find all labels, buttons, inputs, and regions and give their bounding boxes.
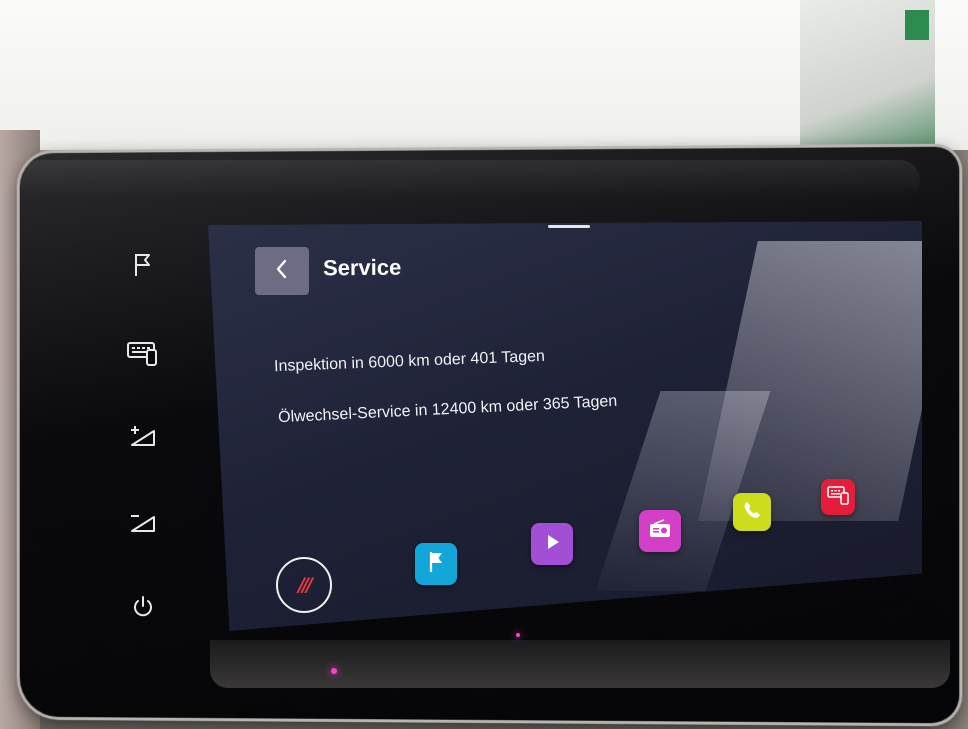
radio-app-button[interactable] [639, 510, 681, 552]
navigation-shortcut-button[interactable] [120, 245, 166, 285]
bezel-highlight [20, 160, 920, 200]
flag-icon [426, 550, 446, 578]
flag-icon [132, 252, 154, 278]
chevron-left-icon [275, 259, 289, 283]
ambient-light [516, 633, 520, 637]
navigation-app-button[interactable] [415, 543, 457, 585]
ambient-light [331, 668, 337, 674]
play-icon [542, 532, 562, 556]
volume-up-button[interactable] [120, 417, 166, 457]
volume-down-icon [128, 511, 158, 535]
page-indicator [548, 225, 590, 228]
home-button[interactable]: /// [276, 557, 332, 613]
media-app-button[interactable] [531, 523, 573, 565]
display-mode-icon [126, 339, 160, 367]
radio-icon [648, 519, 672, 543]
page-title: Service [322, 254, 402, 281]
photo-scene: Service Inspektion in 6000 km oder 401 T… [0, 0, 968, 729]
oil-change-info: Ölwechsel-Service in 12400 km oder 365 T… [277, 392, 618, 427]
home-glyph: /// [298, 574, 313, 596]
bezel-bottom-ledge [210, 640, 950, 688]
inspection-info: Inspektion in 6000 km oder 401 Tagen [273, 347, 546, 376]
touchscreen: Service Inspektion in 6000 km oder 401 T… [208, 221, 922, 631]
side-controls [120, 245, 180, 625]
back-button[interactable] [255, 247, 309, 295]
vehicle-settings-app-button[interactable] [821, 479, 855, 515]
vehicle-settings-icon [827, 485, 849, 509]
power-button[interactable] [120, 587, 166, 627]
poster-badge [905, 10, 929, 40]
power-icon [131, 595, 155, 619]
volume-up-icon [128, 425, 158, 449]
display-mode-button[interactable] [120, 333, 166, 373]
phone-icon [742, 500, 762, 524]
volume-down-button[interactable] [120, 503, 166, 543]
phone-app-button[interactable] [733, 493, 771, 531]
